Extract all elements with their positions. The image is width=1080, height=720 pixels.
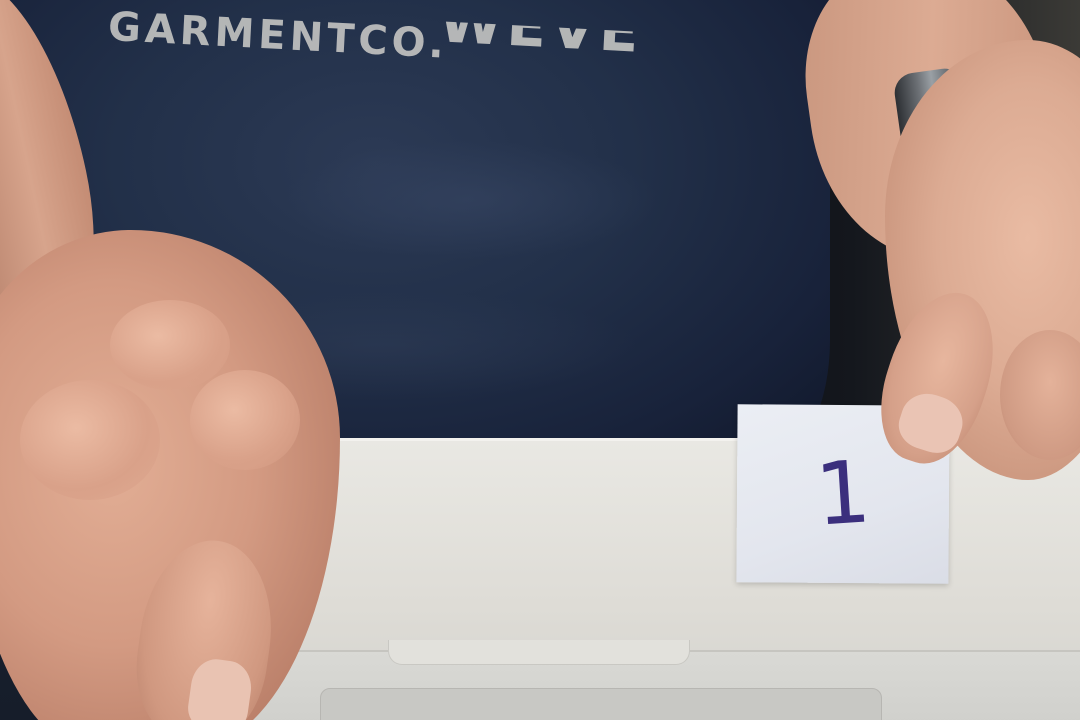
shirt-print-line-1: WEVE: [437, 0, 645, 66]
knuckle: [190, 370, 300, 470]
shirt-fold: [280, 140, 660, 260]
photo-scene: WEVE GARMENTCO. 1: [0, 0, 1080, 720]
laptop-lid-notch: [388, 640, 690, 665]
knuckle: [20, 380, 160, 500]
knuckle: [110, 300, 230, 390]
laptop-trackpad: [320, 688, 882, 720]
shirt-print-line-2: GARMENTCO.: [106, 3, 450, 68]
